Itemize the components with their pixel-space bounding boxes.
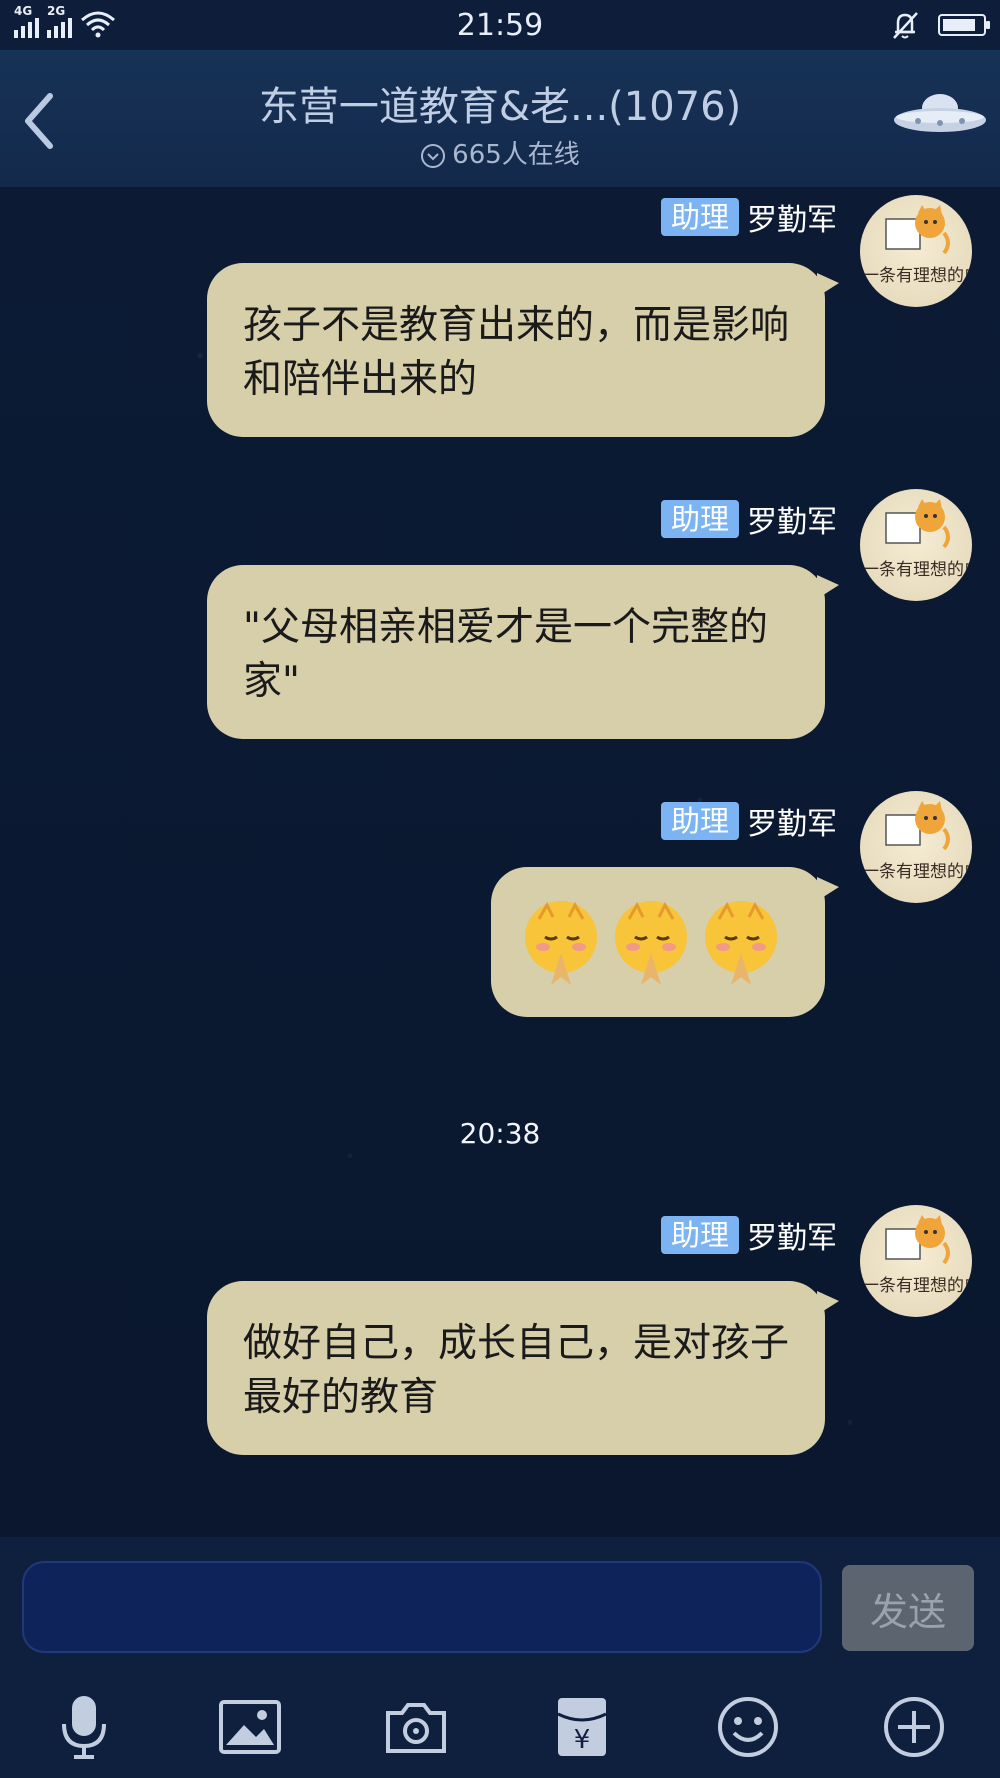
red-packet-icon: ¥	[557, 1698, 607, 1756]
red-packet-button[interactable]: ¥	[542, 1687, 622, 1767]
praying-face-icon	[615, 901, 687, 985]
status-right	[890, 10, 990, 40]
avatar-caption: 一条有理想的咸鱼	[862, 1276, 972, 1296]
microphone-button[interactable]	[44, 1687, 124, 1767]
message-bubble[interactable]: "父母相亲相爱才是一个完整的家"	[207, 565, 839, 739]
role-badge: 助理	[660, 1216, 739, 1254]
message-bubble[interactable]: 做好自己，成长自己，是对孩子最好的教育	[207, 1281, 839, 1455]
status-time: 21:59	[456, 8, 544, 43]
emoji-icon	[718, 1697, 778, 1757]
chat-header: 东营一道教育&老...(1076) 665人在线	[0, 50, 1000, 187]
time-divider: 20:38	[459, 1117, 541, 1150]
sender-line: 助理 罗勤军	[660, 1213, 837, 1257]
sender-name[interactable]: 罗勤军	[747, 1213, 837, 1257]
sender-line: 助理 罗勤军	[660, 497, 837, 541]
role-badge: 助理	[660, 198, 739, 236]
emoji-button[interactable]	[708, 1687, 788, 1767]
plus-button[interactable]	[874, 1687, 954, 1767]
online-count: 665人在线	[0, 134, 1000, 171]
chat-title[interactable]: 东营一道教育&老...(1076)	[0, 74, 1000, 132]
message-text: "父母相亲相爱才是一个完整的家"	[243, 605, 768, 704]
avatar-caption: 一条有理想的咸鱼	[862, 266, 972, 286]
plus-icon	[884, 1697, 944, 1757]
image-button[interactable]	[210, 1687, 290, 1767]
svg-text:¥: ¥	[574, 1725, 591, 1755]
online-count-label: 665人在线	[452, 140, 580, 170]
camera-button[interactable]	[376, 1687, 456, 1767]
avatar-caption: 一条有理想的咸鱼	[862, 560, 972, 580]
sender-name[interactable]: 罗勤军	[747, 799, 837, 843]
cat-avatar-icon	[885, 205, 950, 255]
send-button[interactable]: 发送	[842, 1565, 974, 1651]
microphone-icon	[62, 1696, 106, 1759]
cat-avatar-icon	[885, 1215, 950, 1265]
sender-name[interactable]: 罗勤军	[747, 195, 837, 239]
message-bubble[interactable]: 孩子不是教育出来的，而是影响和陪伴出来的	[207, 263, 839, 437]
status-bar: 4G 2G 21:59	[0, 0, 1000, 50]
praying-face-icon	[705, 901, 777, 985]
image-icon	[219, 1700, 281, 1754]
avatar[interactable]: 一条有理想的咸鱼	[860, 1205, 972, 1317]
cat-avatar-icon	[885, 499, 950, 549]
message-text: 做好自己，成长自己，是对孩子最好的教育	[243, 1321, 790, 1420]
input-bar: 发送	[0, 1537, 1000, 1665]
avatar-caption: 一条有理想的咸鱼	[862, 862, 972, 882]
group-menu-button[interactable]	[890, 86, 1000, 156]
avatar[interactable]: 一条有理想的咸鱼	[860, 489, 972, 601]
ufo-icon	[894, 94, 986, 132]
avatar[interactable]: 一条有理想的咸鱼	[860, 195, 972, 307]
sender-line: 助理 罗勤军	[660, 799, 837, 843]
message-list[interactable]: 助理 罗勤军 一条有理想的咸鱼 孩子不是教育出来的，而是影响和陪伴出来的 助理 …	[0, 187, 1000, 1537]
role-badge: 助理	[660, 500, 739, 538]
bottom-toolbar: ¥	[0, 1665, 1000, 1778]
cat-avatar-icon	[885, 801, 950, 851]
bell-muted-icon	[893, 12, 918, 39]
message-text: 孩子不是教育出来的，而是影响和陪伴出来的	[243, 303, 790, 402]
avatar[interactable]: 一条有理想的咸鱼	[860, 791, 972, 903]
chevron-circle-icon	[421, 143, 446, 168]
camera-icon	[386, 1703, 446, 1753]
sender-line: 助理 罗勤军	[660, 195, 837, 239]
sender-name[interactable]: 罗勤军	[747, 497, 837, 541]
battery-icon	[938, 14, 990, 36]
role-badge: 助理	[660, 802, 739, 840]
message-input[interactable]	[22, 1561, 822, 1653]
message-bubble[interactable]	[491, 867, 839, 1017]
praying-face-icon	[525, 901, 597, 985]
emoji-row	[525, 901, 777, 985]
